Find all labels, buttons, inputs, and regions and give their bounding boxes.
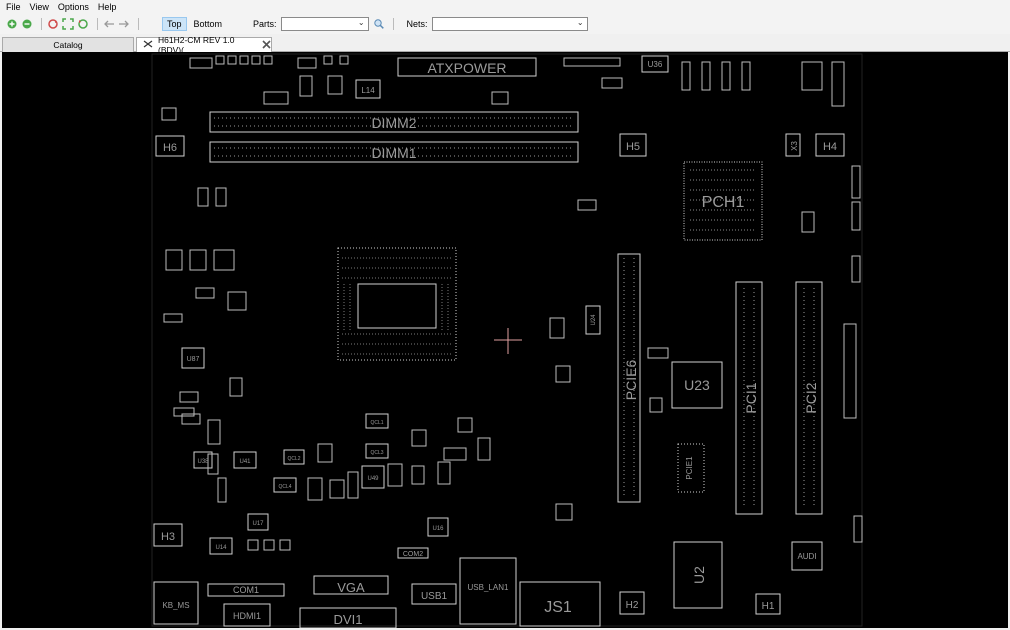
label-dvi1: DVI1 (334, 612, 363, 627)
label-u23: U23 (684, 377, 710, 393)
rotate-icon[interactable] (47, 18, 59, 30)
menu-view[interactable]: View (30, 2, 49, 12)
forward-arrow-icon[interactable] (118, 18, 130, 30)
label-com1: COM1 (233, 585, 259, 595)
chevron-down-icon: ⌄ (357, 18, 365, 27)
label-qcl1: QCL1 (370, 420, 383, 426)
back-arrow-icon[interactable] (103, 18, 115, 30)
label-u2: U2 (691, 566, 707, 584)
label-js1: JS1 (544, 599, 572, 616)
find-part-icon[interactable] (373, 18, 385, 30)
label-usb1: USB1 (421, 591, 448, 602)
flip-icon[interactable] (77, 18, 89, 30)
fit-view-icon[interactable] (62, 18, 74, 30)
label-u87: U87 (187, 356, 200, 363)
zoom-out-icon[interactable] (21, 18, 33, 30)
label-kb-ms: KB_MS (162, 601, 189, 610)
label-u24: U24 (591, 314, 597, 326)
label-h5: H5 (626, 141, 640, 153)
label-audi: AUDI (797, 552, 816, 561)
board-view: ATXPOWER DIMM2 DIMM1 PCH1 PCIE6 PCI1 PCI… (151, 53, 863, 629)
label-u14: U14 (215, 545, 227, 551)
label-qcl3: QCL3 (370, 450, 383, 456)
label-pci1: PCI1 (743, 382, 759, 413)
label-h1: H1 (762, 601, 775, 612)
menu-bar: File View Options Help (0, 0, 1010, 14)
close-icon[interactable] (262, 39, 271, 51)
tab-catalog-label: Catalog (53, 40, 83, 50)
nets-label: Nets: (406, 19, 428, 29)
crosshair-cursor (494, 328, 522, 354)
tab-catalog[interactable]: Catalog (2, 37, 134, 52)
tab-document[interactable]: H61H2-CM REV 1.0 (BDV)( (136, 35, 272, 55)
label-l14: L14 (361, 86, 375, 95)
label-com2: COM2 (403, 551, 423, 558)
label-pch1: PCH1 (702, 194, 745, 211)
board-canvas[interactable]: ATXPOWER DIMM2 DIMM1 PCH1 PCIE6 PCI1 PCI… (2, 52, 1008, 629)
nets-combobox[interactable]: ⌄ (431, 17, 588, 31)
small-components (161, 55, 863, 551)
zoom-in-icon[interactable] (6, 18, 18, 30)
cpu-socket-center (357, 283, 437, 329)
label-h3: H3 (161, 531, 175, 543)
bottom-side-button[interactable]: Bottom (189, 17, 228, 31)
label-qcl2: QCL2 (287, 456, 300, 462)
label-u17: U17 (252, 521, 264, 527)
menu-help[interactable]: Help (98, 2, 117, 12)
parts-label: Parts: (253, 19, 277, 29)
label-dimm1: DIMM1 (371, 145, 416, 161)
label-u41: U41 (239, 459, 251, 465)
label-h2: H2 (626, 600, 639, 611)
top-side-button[interactable]: Top (162, 17, 187, 31)
toolbar: Top Bottom Parts: ⌄ Nets: ⌄ (0, 14, 1010, 34)
cpu-socket[interactable] (337, 247, 457, 361)
label-x3: X3 (790, 141, 799, 151)
label-qcl4: QCL4 (278, 484, 291, 490)
label-usb-lan1: USB_LAN1 (468, 583, 509, 592)
label-hdmi1: HDMI1 (233, 611, 261, 621)
chevron-down-icon: ⌄ (576, 18, 584, 27)
label-u36: U36 (648, 60, 663, 69)
label-h6: H6 (163, 142, 177, 154)
toolbar-separator (41, 18, 42, 30)
toolbar-separator (392, 18, 394, 30)
label-atxpower: ATXPOWER (427, 60, 506, 76)
label-dimm2: DIMM2 (371, 115, 416, 131)
menu-file[interactable]: File (6, 2, 21, 12)
label-pci2: PCI2 (803, 382, 819, 413)
label-u16: U16 (432, 526, 444, 532)
label-pcie1: PCIE1 (685, 456, 694, 480)
label-vga: VGA (337, 580, 365, 595)
label-u38: U38 (197, 459, 209, 465)
menu-options[interactable]: Options (58, 2, 89, 12)
toolbar-separator (138, 18, 139, 30)
label-pcie6: PCIE6 (623, 360, 639, 401)
pcb-icon (143, 40, 153, 50)
label-u49: U49 (367, 476, 379, 482)
label-h4: H4 (823, 141, 837, 153)
toolbar-separator (97, 18, 98, 30)
parts-combobox[interactable]: ⌄ (280, 17, 369, 31)
tab-bar: Catalog H61H2-CM REV 1.0 (BDV)( (0, 35, 1010, 55)
